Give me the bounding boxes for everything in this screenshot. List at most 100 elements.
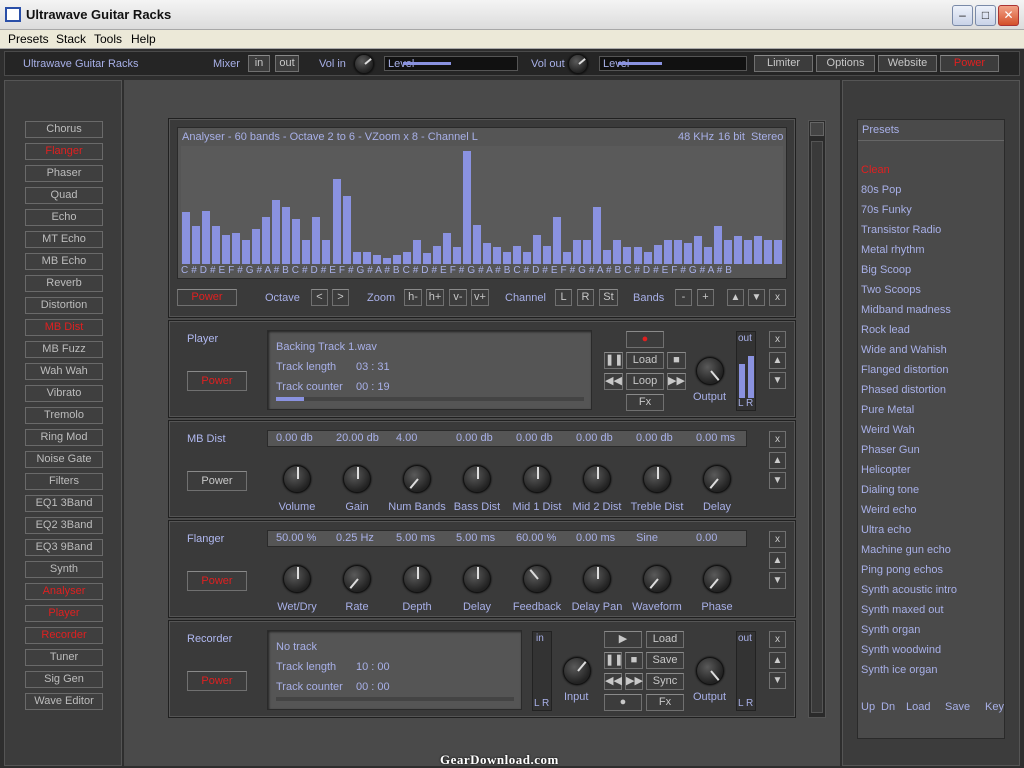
- channel-l-button[interactable]: L: [555, 289, 572, 306]
- rack-button-phaser[interactable]: Phaser: [25, 165, 103, 182]
- recorder-save-button[interactable]: Save: [646, 652, 684, 669]
- rack-button-mt-echo[interactable]: MT Echo: [25, 231, 103, 248]
- website-button[interactable]: Website: [878, 55, 937, 72]
- preset-item[interactable]: Phased distortion: [861, 384, 946, 396]
- preset-item[interactable]: 80s Pop: [861, 184, 901, 196]
- mbdist-knob-volume[interactable]: [283, 465, 311, 493]
- mbdist-knob-bass-dist[interactable]: [463, 465, 491, 493]
- analyser-power-button[interactable]: Power: [177, 289, 237, 306]
- preset-item[interactable]: Two Scoops: [861, 284, 921, 296]
- preset-up-button[interactable]: Up: [861, 701, 875, 713]
- mbdist-knob-mid-2-dist[interactable]: [583, 465, 611, 493]
- recorder-stop-button[interactable]: ■: [625, 652, 643, 669]
- menu-presets[interactable]: Presets: [8, 32, 49, 46]
- rack-button-chorus[interactable]: Chorus: [25, 121, 103, 138]
- recorder-sync-button[interactable]: Sync: [646, 673, 684, 690]
- rack-button-reverb[interactable]: Reverb: [25, 275, 103, 292]
- vol-out-knob[interactable]: [568, 54, 588, 74]
- minimize-button[interactable]: –: [952, 5, 973, 26]
- rack-button-filters[interactable]: Filters: [25, 473, 103, 490]
- mb-dist-move-up-button[interactable]: ▲: [769, 452, 786, 469]
- zoom-h-minus-button[interactable]: h-: [404, 289, 422, 306]
- preset-load-button[interactable]: Load: [906, 701, 930, 713]
- player-move-up-button[interactable]: ▲: [769, 352, 786, 369]
- mbdist-knob-num-bands[interactable]: [403, 465, 431, 493]
- menu-stack[interactable]: Stack: [56, 32, 86, 46]
- player-close-button[interactable]: x: [769, 331, 786, 348]
- rack-button-echo[interactable]: Echo: [25, 209, 103, 226]
- limiter-button[interactable]: Limiter: [754, 55, 813, 72]
- preset-item[interactable]: Dialing tone: [861, 484, 919, 496]
- preset-save-button[interactable]: Save: [945, 701, 970, 713]
- analyser-close-button[interactable]: x: [769, 289, 786, 306]
- flanger-close-button[interactable]: x: [769, 531, 786, 548]
- rack-button-noise-gate[interactable]: Noise Gate: [25, 451, 103, 468]
- preset-item[interactable]: Ping pong echos: [861, 564, 943, 576]
- player-power-button[interactable]: Power: [187, 371, 247, 391]
- power-button[interactable]: Power: [940, 55, 999, 72]
- zoom-v-minus-button[interactable]: v-: [449, 289, 467, 306]
- channel-r-button[interactable]: R: [577, 289, 594, 306]
- preset-down-button[interactable]: Dn: [881, 701, 895, 713]
- rack-button-distortion[interactable]: Distortion: [25, 297, 103, 314]
- player-stop-button[interactable]: ■: [667, 352, 686, 369]
- zoom-h-plus-button[interactable]: h+: [426, 289, 444, 306]
- player-move-down-button[interactable]: ▼: [769, 372, 786, 389]
- preset-item[interactable]: Synth ice organ: [861, 664, 937, 676]
- scroll-up-arrow[interactable]: [810, 122, 824, 136]
- recorder-load-button[interactable]: Load: [646, 631, 684, 648]
- mbdist-knob-mid-1-dist[interactable]: [523, 465, 551, 493]
- preset-item[interactable]: Phaser Gun: [861, 444, 920, 456]
- rack-button-mb-fuzz[interactable]: MB Fuzz: [25, 341, 103, 358]
- player-fx-button[interactable]: Fx: [626, 394, 664, 411]
- octave-up-button[interactable]: >: [332, 289, 349, 306]
- scroll-thumb[interactable]: [811, 141, 823, 713]
- rack-button-wave-editor[interactable]: Wave Editor: [25, 693, 103, 710]
- recorder-power-button[interactable]: Power: [187, 671, 247, 691]
- zoom-v-plus-button[interactable]: v+: [471, 289, 489, 306]
- flanger-knob-depth[interactable]: [403, 565, 431, 593]
- recorder-output-knob[interactable]: [696, 657, 724, 685]
- flanger-knob-waveform[interactable]: [643, 565, 671, 593]
- flanger-knob-delay-pan[interactable]: [583, 565, 611, 593]
- rack-button-recorder[interactable]: Recorder: [25, 627, 103, 644]
- flanger-knob-wet-dry[interactable]: [283, 565, 311, 593]
- mb-dist-move-down-button[interactable]: ▼: [769, 472, 786, 489]
- close-button[interactable]: ✕: [998, 5, 1019, 26]
- vol-in-knob[interactable]: [354, 54, 374, 74]
- player-forward-button[interactable]: ▶▶: [667, 373, 686, 390]
- mbdist-knob-gain[interactable]: [343, 465, 371, 493]
- flanger-knob-delay[interactable]: [463, 565, 491, 593]
- preset-item[interactable]: Ultra echo: [861, 524, 911, 536]
- flanger-knob-rate[interactable]: [343, 565, 371, 593]
- flanger-move-down-button[interactable]: ▼: [769, 572, 786, 589]
- player-rewind-button[interactable]: ◀◀: [604, 373, 623, 390]
- mb-dist-power-button[interactable]: Power: [187, 471, 247, 491]
- rack-button-mb-echo[interactable]: MB Echo: [25, 253, 103, 270]
- rack-scrollbar[interactable]: [808, 120, 826, 718]
- preset-item[interactable]: Machine gun echo: [861, 544, 951, 556]
- octave-down-button[interactable]: <: [311, 289, 328, 306]
- flanger-knob-phase[interactable]: [703, 565, 731, 593]
- rack-button-flanger[interactable]: Flanger: [25, 143, 103, 160]
- bands-plus-button[interactable]: +: [697, 289, 714, 306]
- mbdist-knob-delay[interactable]: [703, 465, 731, 493]
- rack-button-eq2-3band[interactable]: EQ2 3Band: [25, 517, 103, 534]
- mb-dist-close-button[interactable]: x: [769, 431, 786, 448]
- recorder-fx-button[interactable]: Fx: [646, 694, 684, 711]
- preset-item[interactable]: Flanged distortion: [861, 364, 948, 376]
- rack-button-tremolo[interactable]: Tremolo: [25, 407, 103, 424]
- preset-item[interactable]: Weird echo: [861, 504, 916, 516]
- rack-button-wah-wah[interactable]: Wah Wah: [25, 363, 103, 380]
- recorder-play-button[interactable]: ▶: [604, 631, 642, 648]
- preset-item[interactable]: Clean: [861, 164, 890, 176]
- player-loop-button[interactable]: Loop: [626, 373, 664, 390]
- flanger-power-button[interactable]: Power: [187, 571, 247, 591]
- mixer-in-button[interactable]: in: [248, 55, 270, 72]
- preset-item[interactable]: 70s Funky: [861, 204, 912, 216]
- menu-tools[interactable]: Tools: [94, 32, 122, 46]
- preset-item[interactable]: Wide and Wahish: [861, 344, 947, 356]
- mbdist-knob-treble-dist[interactable]: [643, 465, 671, 493]
- recorder-pause-button[interactable]: ❚❚: [604, 652, 623, 669]
- preset-item[interactable]: Weird Wah: [861, 424, 915, 436]
